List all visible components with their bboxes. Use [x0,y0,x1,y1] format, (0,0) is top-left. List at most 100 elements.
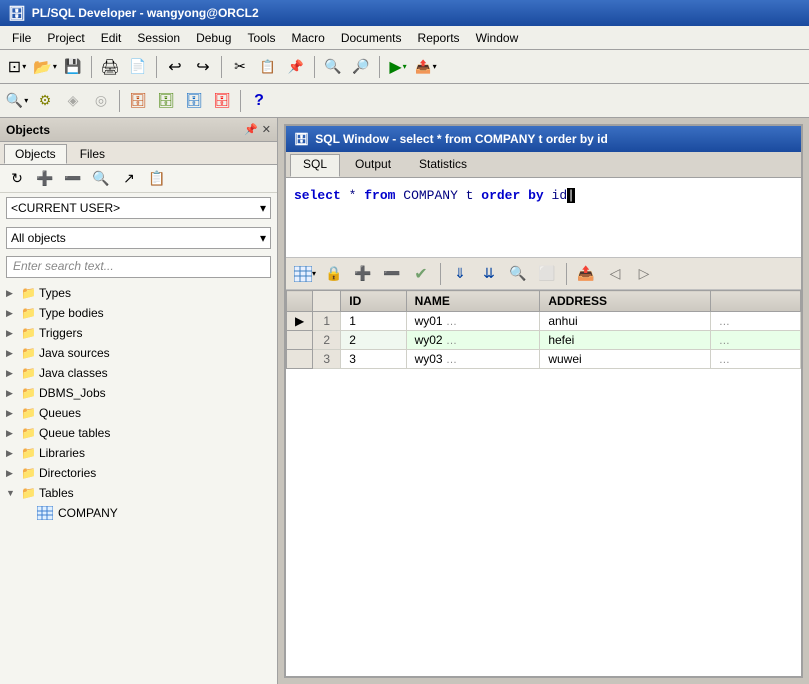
undo-button[interactable]: ↩ [162,54,188,80]
cell-name-3[interactable]: wy03 … [406,350,540,369]
cell-name-1[interactable]: wy01 … [406,312,540,331]
sql-editor[interactable]: select * from COMPANY t order by id| [286,178,801,258]
export-button[interactable]: 📤 ▾ [413,54,439,80]
cell-name-2[interactable]: wy02 … [406,331,540,350]
tab-files[interactable]: Files [69,144,116,164]
col-name[interactable]: NAME [406,291,540,312]
table-row[interactable]: 3 3 wy03 … wuwei [287,350,801,369]
find-next-button[interactable]: 🔎 [348,54,374,80]
tab-statistics[interactable]: Statistics [406,154,480,177]
run-dropdown-arrow: ▾ [403,62,407,71]
print2-button[interactable]: 📄 [125,54,151,80]
download-all-button[interactable]: ⇓ [447,261,473,287]
find-button[interactable]: 🔍 [320,54,346,80]
table-row[interactable]: ▶ 1 1 wy01 … [287,312,801,331]
confirm-button[interactable]: ✔ [408,261,434,287]
table-row[interactable]: 2 2 wy02 … hefei [287,331,801,350]
tree-item-tables[interactable]: ▼ 📁 Tables [0,483,277,503]
folder-icon: 📁 [21,286,36,300]
grid-toggle-button[interactable]: ▾ [292,261,318,287]
copy-button[interactable]: 📋 [255,54,281,80]
tree-item-triggers[interactable]: ▶ 📁 Triggers [0,323,277,343]
db1-button[interactable]: 🗄 [125,88,151,114]
new-button[interactable]: ⊡ ▾ [4,54,30,80]
menu-item-file[interactable]: File [4,29,39,47]
tree-item-queues[interactable]: ▶ 📁 Queues [0,403,277,423]
add-icon: ➕ [36,170,53,187]
remove-row-button[interactable]: ➖ [379,261,405,287]
menu-item-macro[interactable]: Macro [283,29,332,47]
tab-sql[interactable]: SQL [290,154,340,177]
remove-obj-button[interactable]: ➖ [60,166,86,192]
tree-item-libraries[interactable]: ▶ 📁 Libraries [0,443,277,463]
tree-item-types[interactable]: ▶ 📁 Types [0,283,277,303]
close-panel-button[interactable]: ✕ [262,123,271,136]
save-button[interactable]: 💾 [60,54,86,80]
panel-title: Objects [6,123,50,137]
sql-window-icon: 🗄 [294,132,309,146]
tab-objects[interactable]: Objects [4,144,67,164]
tree-item-dbms-jobs[interactable]: ▶ 📁 DBMS_Jobs [0,383,277,403]
tab-output[interactable]: Output [342,154,404,177]
cell-address-2[interactable]: hefei [540,331,711,350]
menu-item-documents[interactable]: Documents [333,29,410,47]
db4-button[interactable]: 🗄 [209,88,235,114]
obj-toolbar: ↻ ➕ ➖ 🔍 ↗ 📋 [0,165,277,193]
separator-1 [91,56,92,78]
pin-button[interactable]: 📌 [244,123,258,136]
current-user-dropdown[interactable]: <CURRENT USER> ▾ [6,197,271,219]
menu-item-window[interactable]: Window [468,29,527,47]
run-button[interactable]: ▶ ▾ [385,54,411,80]
print-button[interactable]: 🖨 [97,54,123,80]
row-arrow-cell-2 [287,331,313,350]
search-result-button[interactable]: 🔍 [505,261,531,287]
result-table-wrap[interactable]: ID NAME ADDRESS [286,290,801,676]
menu-item-session[interactable]: Session [129,29,188,47]
download-more-button[interactable]: ⇊ [476,261,502,287]
cell-address-1[interactable]: anhui [540,312,711,331]
find-next-icon: 🔎 [352,58,369,75]
remove-icon: ➖ [64,170,81,187]
col-address[interactable]: ADDRESS [540,291,711,312]
find-obj-button[interactable]: 🔍 [88,166,114,192]
search-box[interactable]: Enter search text... [6,256,271,278]
tree-item-company[interactable]: COMPANY [0,503,277,523]
copy-obj-button[interactable]: 📋 [144,166,170,192]
cell-address-3[interactable]: wuwei [540,350,711,369]
tree-item-queue-tables[interactable]: ▶ 📁 Queue tables [0,423,277,443]
open-obj-button[interactable]: ↗ [116,166,142,192]
menu-item-debug[interactable]: Debug [188,29,239,47]
export-result-button[interactable]: 📤 [573,261,599,287]
menu-item-edit[interactable]: Edit [93,29,130,47]
tree-item-directories[interactable]: ▶ 📁 Directories [0,463,277,483]
all-objects-dropdown[interactable]: All objects ▾ [6,227,271,249]
menu-item-reports[interactable]: Reports [410,29,468,47]
add-row-button[interactable]: ➕ [350,261,376,287]
cell-id-2[interactable]: 2 [341,331,406,350]
lock-button[interactable]: 🔒 [321,261,347,287]
next-button[interactable]: ▷ [631,261,657,287]
menu-item-project[interactable]: Project [39,29,92,47]
prev-button[interactable]: ◁ [602,261,628,287]
tree-item-java-sources[interactable]: ▶ 📁 Java sources [0,343,277,363]
add-obj-button[interactable]: ➕ [32,166,58,192]
clear-button[interactable]: ⬜ [534,261,560,287]
db3-button[interactable]: 🗄 [181,88,207,114]
search-button[interactable]: 🔍 ▾ [4,88,30,114]
cell-id-3[interactable]: 3 [341,350,406,369]
config-button[interactable]: ⚙ [32,88,58,114]
redo-button[interactable]: ↪ [190,54,216,80]
menu-item-tools[interactable]: Tools [239,29,283,47]
paste-button[interactable]: 📌 [283,54,309,80]
cut-button[interactable]: ✂ [227,54,253,80]
help-button[interactable]: ? [246,88,272,114]
cell-id-1[interactable]: 1 [341,312,406,331]
refresh-obj-button[interactable]: ↻ [4,166,30,192]
open-button[interactable]: 📂 ▾ [32,54,58,80]
tree-item-type-bodies[interactable]: ▶ 📁 Type bodies [0,303,277,323]
faded2-icon: ◎ [95,92,107,109]
tree-item-java-classes[interactable]: ▶ 📁 Java classes [0,363,277,383]
object-tree: ▶ 📁 Types ▶ 📁 Type bodies ▶ 📁 Triggers ▶… [0,281,277,684]
col-id[interactable]: ID [341,291,406,312]
db2-button[interactable]: 🗄 [153,88,179,114]
